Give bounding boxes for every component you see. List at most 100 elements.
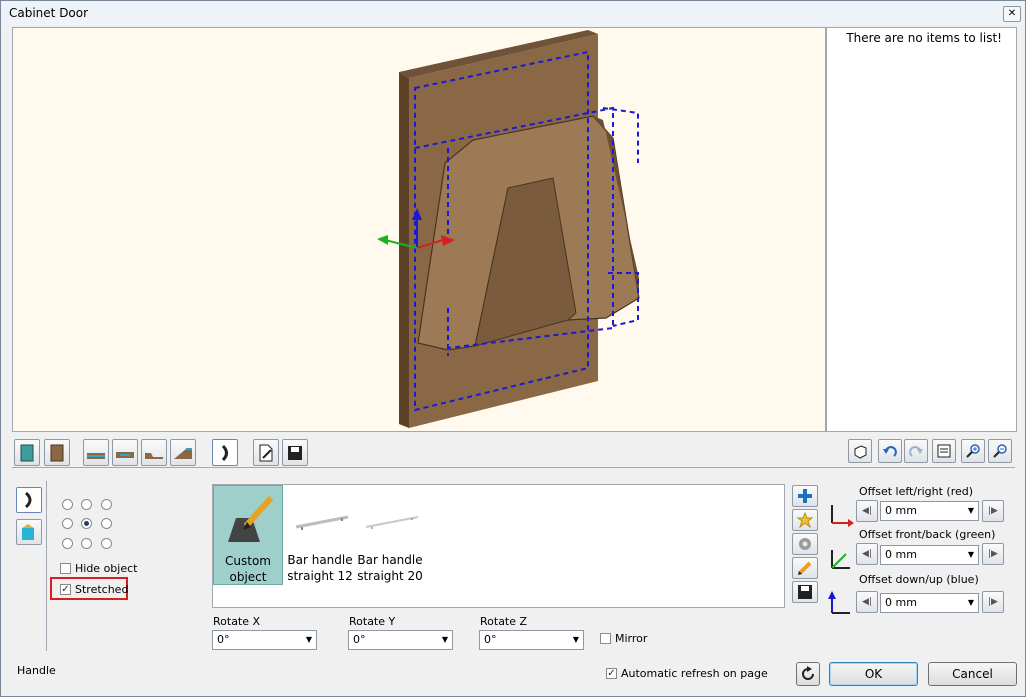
custom-object-icon [228, 496, 274, 542]
pencil-icon [798, 561, 812, 575]
offset-front-back-decrease[interactable]: ◀| [856, 543, 878, 565]
bar-handle-icon [365, 516, 419, 529]
mode-column [12, 481, 47, 651]
close-button[interactable]: ✕ [1003, 6, 1021, 22]
anchor-top-right-radio[interactable] [101, 499, 112, 510]
offset-left-right-label: Offset left/right (red) [859, 485, 974, 498]
profile-1-button[interactable] [83, 439, 109, 466]
properties-button[interactable] [932, 439, 956, 463]
rotate-y-label: Rotate Y [349, 615, 396, 628]
texture-mode-button[interactable] [16, 519, 42, 545]
items-list-panel[interactable]: There are no items to list! [826, 27, 1017, 432]
section-label: Handle [17, 664, 56, 677]
hide-object-label: Hide object [75, 562, 138, 575]
add-item-button[interactable] [792, 485, 818, 507]
offset-down-up-label: Offset down/up (blue) [859, 573, 979, 586]
door-side-button[interactable] [44, 439, 70, 466]
bar-handle-icon [295, 515, 349, 530]
3d-viewport[interactable] [12, 27, 826, 432]
properties-icon [937, 444, 951, 458]
door-front-button[interactable] [14, 439, 40, 466]
mirror-checkbox[interactable] [600, 633, 611, 644]
anchor-bottom-center-radio[interactable] [81, 538, 92, 549]
save-icon [288, 445, 302, 460]
anchor-middle-right-radio[interactable] [101, 518, 112, 529]
settings-button[interactable] [792, 533, 818, 555]
rotate-z-select[interactable]: 0° ▼ [479, 630, 584, 650]
zoom-out-icon [993, 444, 1007, 458]
3d-view-button[interactable] [848, 439, 872, 463]
save-item-button[interactable] [792, 581, 818, 603]
door-front-icon [20, 444, 34, 461]
zoom-in-button[interactable] [961, 439, 985, 463]
3d-view-icon [854, 445, 867, 459]
axis-green-icon [831, 550, 850, 569]
window-title: Cabinet Door [9, 6, 89, 20]
edit-button[interactable] [253, 439, 279, 466]
profile-2-button[interactable] [112, 439, 138, 466]
zoom-in-icon [966, 444, 980, 458]
profile-3-button[interactable] [141, 439, 167, 466]
handle-icon [221, 444, 228, 461]
auto-refresh-label: Automatic refresh on page [621, 667, 768, 680]
hide-object-checkbox[interactable] [60, 563, 71, 574]
offset-down-up-increase[interactable]: |▶ [982, 591, 1004, 613]
offset-front-back-increase[interactable]: |▶ [982, 543, 1004, 565]
axis-red-icon [831, 505, 854, 527]
offset-front-back-select[interactable]: 0 mm ▼ [880, 545, 979, 565]
title-bar: Cabinet Door ✕ [1, 1, 1025, 25]
anchor-top-left-radio[interactable] [62, 499, 73, 510]
zoom-out-button[interactable] [988, 439, 1012, 463]
door-panel-edge [399, 72, 409, 428]
undo-icon [883, 446, 897, 457]
offset-down-up-select[interactable]: 0 mm ▼ [880, 593, 979, 613]
offset-left-right-decrease[interactable]: ◀| [856, 500, 878, 522]
texture-icon [22, 524, 34, 540]
rotate-x-label: Rotate X [213, 615, 261, 628]
stretched-checkbox[interactable]: ✓ [60, 584, 71, 595]
ok-button[interactable]: OK [829, 662, 918, 686]
mirror-label: Mirror [615, 632, 648, 645]
offset-down-up-decrease[interactable]: ◀| [856, 591, 878, 613]
profile-3-icon [145, 452, 163, 459]
settings-icon [799, 538, 811, 550]
offset-front-back-label: Offset front/back (green) [859, 528, 996, 541]
offset-left-right-select[interactable]: 0 mm ▼ [880, 501, 979, 521]
door-3d-render [377, 30, 640, 428]
favorite-button[interactable] [792, 509, 818, 531]
stretched-label: Stretched [75, 583, 129, 596]
handle-button[interactable] [212, 439, 238, 466]
catalog-item-custom-object[interactable]: Custom object [213, 485, 283, 585]
undo-button[interactable] [878, 439, 902, 463]
handle-icon [24, 491, 32, 509]
handle-mode-button[interactable] [16, 487, 42, 513]
door-side-icon [50, 444, 64, 461]
anchor-bottom-right-radio[interactable] [101, 538, 112, 549]
catalog-item-bar-handle-12[interactable]: Bar handle straight 12 [285, 485, 355, 585]
anchor-center-radio[interactable] [81, 518, 92, 529]
redo-icon [909, 446, 923, 457]
item-label: Bar handle straight 12 [287, 553, 353, 583]
handle-catalog: Custom object Bar handle straight 12 Bar h… [212, 484, 785, 608]
favorite-icon [797, 512, 813, 528]
profile-1-icon [87, 452, 105, 459]
auto-refresh-checkbox[interactable]: ✓ [606, 668, 617, 679]
axis-blue-icon [828, 591, 850, 614]
rotate-z-label: Rotate Z [480, 615, 528, 628]
profile-4-button[interactable] [170, 439, 196, 466]
offset-left-right-increase[interactable]: |▶ [982, 500, 1004, 522]
redo-button[interactable] [904, 439, 928, 463]
profile-2-icon [116, 451, 134, 458]
anchor-middle-left-radio[interactable] [62, 518, 73, 529]
save-button[interactable] [282, 439, 308, 466]
anchor-bottom-left-radio[interactable] [62, 538, 73, 549]
refresh-button[interactable] [796, 662, 820, 686]
rotate-x-select[interactable]: 0° ▼ [212, 630, 317, 650]
cancel-button[interactable]: Cancel [928, 662, 1017, 686]
add-icon [798, 489, 812, 503]
anchor-top-center-radio[interactable] [81, 499, 92, 510]
edit-item-button[interactable] [792, 557, 818, 579]
empty-list-text: There are no items to list! [846, 31, 1002, 45]
rotate-y-select[interactable]: 0° ▼ [348, 630, 453, 650]
catalog-item-bar-handle-20[interactable]: Bar handle straight 20 [355, 485, 425, 585]
